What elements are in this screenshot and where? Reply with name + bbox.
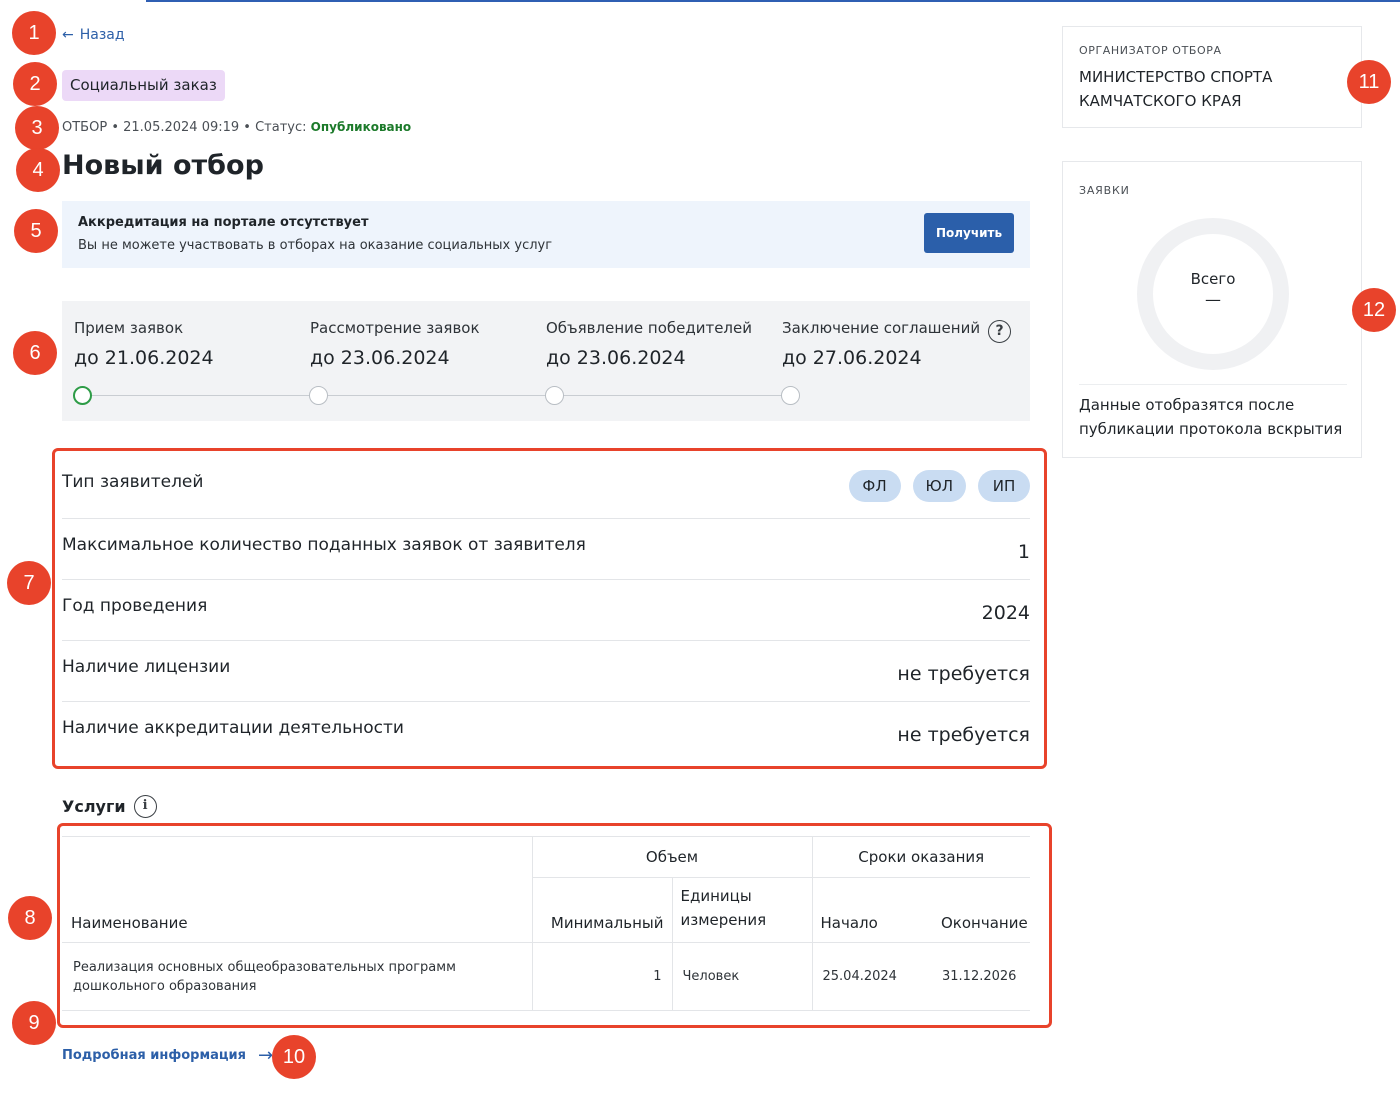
arrow-left-icon: ←: [62, 27, 74, 43]
cell-units: Человек: [671, 942, 812, 1011]
annotation-badge: 11: [1347, 60, 1391, 104]
stage-label: Прием заявок: [74, 319, 184, 337]
get-accreditation-button[interactable]: Получить: [924, 213, 1014, 253]
donut-total-value: —: [1205, 290, 1221, 309]
annotation-badge: 8: [8, 896, 52, 940]
divider: [1079, 384, 1347, 385]
chip: ФЛ: [848, 470, 901, 502]
annotation-badge: 2: [13, 62, 57, 106]
meta-separator: •: [111, 120, 119, 135]
stage-date: до 21.06.2024: [74, 347, 214, 369]
annotation-badge: 4: [16, 148, 60, 192]
stage-item: Объявление победителей до 23.06.2024: [546, 319, 776, 369]
property-row: Максимальное количество поданных заявок …: [62, 519, 1030, 580]
organizer-name: МИНИСТЕРСТВО СПОРТА КАМЧАТСКОГО КРАЯ: [1079, 68, 1273, 110]
applicant-type-chips: ФЛ ЮЛ ИП: [837, 470, 1030, 502]
annotation-badge: 12: [1352, 288, 1396, 332]
stage-date: до 27.06.2024: [782, 347, 922, 369]
timeline-line: [82, 395, 790, 396]
top-line-gap: [0, 0, 146, 2]
alert-text: Вы не можете участвовать в отборах на ок…: [78, 238, 553, 253]
applications-note: Данные отобразятся после публикации прот…: [1079, 396, 1343, 438]
more-info-label: Подробная информация: [62, 1048, 246, 1063]
cell-start: 25.04.2024: [811, 942, 932, 1011]
stage-item: Заключение соглашений до 27.06.2024: [782, 319, 1012, 369]
stage-item: Прием заявок до 21.06.2024: [74, 319, 304, 369]
organizer-caption: ОРГАНИЗАТОР ОТБОРА: [1079, 44, 1222, 57]
header-volume: Объем: [531, 836, 812, 878]
cell-end: 31.12.2026: [932, 942, 1030, 1011]
meta-datetime: 21.05.2024 09:19: [123, 120, 240, 135]
property-value: не требуется: [897, 724, 1030, 746]
property-row: Тип заявителей ФЛ ЮЛ ИП: [62, 455, 1030, 519]
services-title: Услуги: [62, 797, 126, 816]
header-name: Наименование: [62, 836, 532, 943]
selection-properties: Тип заявителей ФЛ ЮЛ ИП Максимальное кол…: [62, 455, 1030, 763]
annotation-badge: 9: [12, 1001, 56, 1045]
top-progress-line: [0, 0, 1400, 2]
donut-total-label: Всего: [1190, 270, 1236, 288]
annotation-badge: 1: [12, 11, 56, 55]
property-label: Максимальное количество поданных заявок …: [62, 535, 586, 555]
alert-title: Аккредитация на портале отсутствует: [78, 215, 369, 230]
stage-label: Объявление победителей: [546, 319, 753, 337]
property-value: 1: [1017, 541, 1030, 563]
chip: ИП: [978, 470, 1030, 502]
annotation-badge: 5: [14, 209, 58, 253]
meta-status-prefix: Статус:: [255, 120, 307, 135]
category-tag: Социальный заказ: [62, 70, 225, 101]
stage-label: Рассмотрение заявок: [310, 319, 480, 337]
chip: ЮЛ: [912, 470, 966, 502]
back-link[interactable]: ← Назад: [62, 26, 125, 44]
property-row: Наличие лицензии не требуется: [62, 641, 1030, 702]
property-label: Наличие лицензии: [62, 657, 231, 677]
property-label: Год проведения: [62, 596, 208, 616]
back-label: Назад: [79, 27, 125, 43]
status-badge: Опубликовано: [310, 120, 412, 134]
question-circle-icon[interactable]: ?: [988, 320, 1011, 343]
stage-date: до 23.06.2024: [546, 347, 686, 369]
table-row[interactable]: Реализация основных общеобразовательных …: [62, 942, 1030, 1011]
accreditation-alert: Аккредитация на портале отсутствует Вы н…: [62, 201, 1030, 268]
stage-dot: [309, 386, 328, 405]
meta-separator: •: [243, 120, 251, 135]
property-value: 2024: [981, 602, 1030, 624]
stage-dot: [781, 386, 800, 405]
property-row: Наличие аккредитации деятельности не тре…: [62, 702, 1030, 763]
services-heading: Услуги i: [62, 795, 157, 818]
selection-meta: ОТБОР • 21.05.2024 09:19 • Статус: Опубл…: [62, 120, 411, 135]
applications-card: ЗАЯВКИ Всего — Данные отобразятся после …: [1062, 161, 1362, 458]
annotation-badge: 3: [15, 106, 59, 150]
stage-dot: [545, 386, 564, 405]
organizer-card: ОРГАНИЗАТОР ОТБОРА МИНИСТЕРСТВО СПОРТА К…: [1062, 26, 1362, 128]
stage-item: Рассмотрение заявок до 23.06.2024: [310, 319, 540, 369]
page-title: Новый отбор: [62, 150, 264, 181]
table-header-row: Наименование Объем Сроки оказания: [62, 836, 1030, 943]
stage-dot-active: [73, 386, 92, 405]
stage-date: до 23.06.2024: [310, 347, 450, 369]
header-minimum: Минимальный: [531, 877, 672, 943]
property-row: Год проведения 2024: [62, 580, 1030, 641]
services-table: Наименование Объем Сроки оказания Минима…: [62, 836, 1030, 1011]
info-circle-icon[interactable]: i: [133, 795, 157, 818]
annotation-badge: 6: [13, 331, 57, 375]
header-units: Единицы измерения: [671, 877, 812, 943]
header-start: Начало: [811, 877, 932, 943]
property-value: не требуется: [897, 663, 1030, 685]
cell-service-name: Реализация основных общеобразовательных …: [62, 942, 532, 1011]
property-label: Тип заявителей: [62, 472, 204, 492]
header-end: Окончание: [932, 877, 1030, 943]
cell-minimum: 1: [531, 942, 672, 1011]
arrow-right-icon: →: [257, 1045, 274, 1066]
annotation-badge: 10: [272, 1035, 316, 1079]
meta-type: ОТБОР: [62, 120, 108, 135]
stages-timeline: Прием заявок до 21.06.2024 Рассмотрение …: [62, 301, 1030, 421]
header-terms: Сроки оказания: [811, 836, 1030, 878]
applications-caption: ЗАЯВКИ: [1079, 184, 1130, 197]
stage-label: Заключение соглашений: [782, 319, 981, 337]
more-info-link[interactable]: Подробная информация →: [62, 1045, 273, 1066]
annotation-badge: 7: [7, 561, 51, 605]
property-label: Наличие аккредитации деятельности: [62, 718, 404, 738]
